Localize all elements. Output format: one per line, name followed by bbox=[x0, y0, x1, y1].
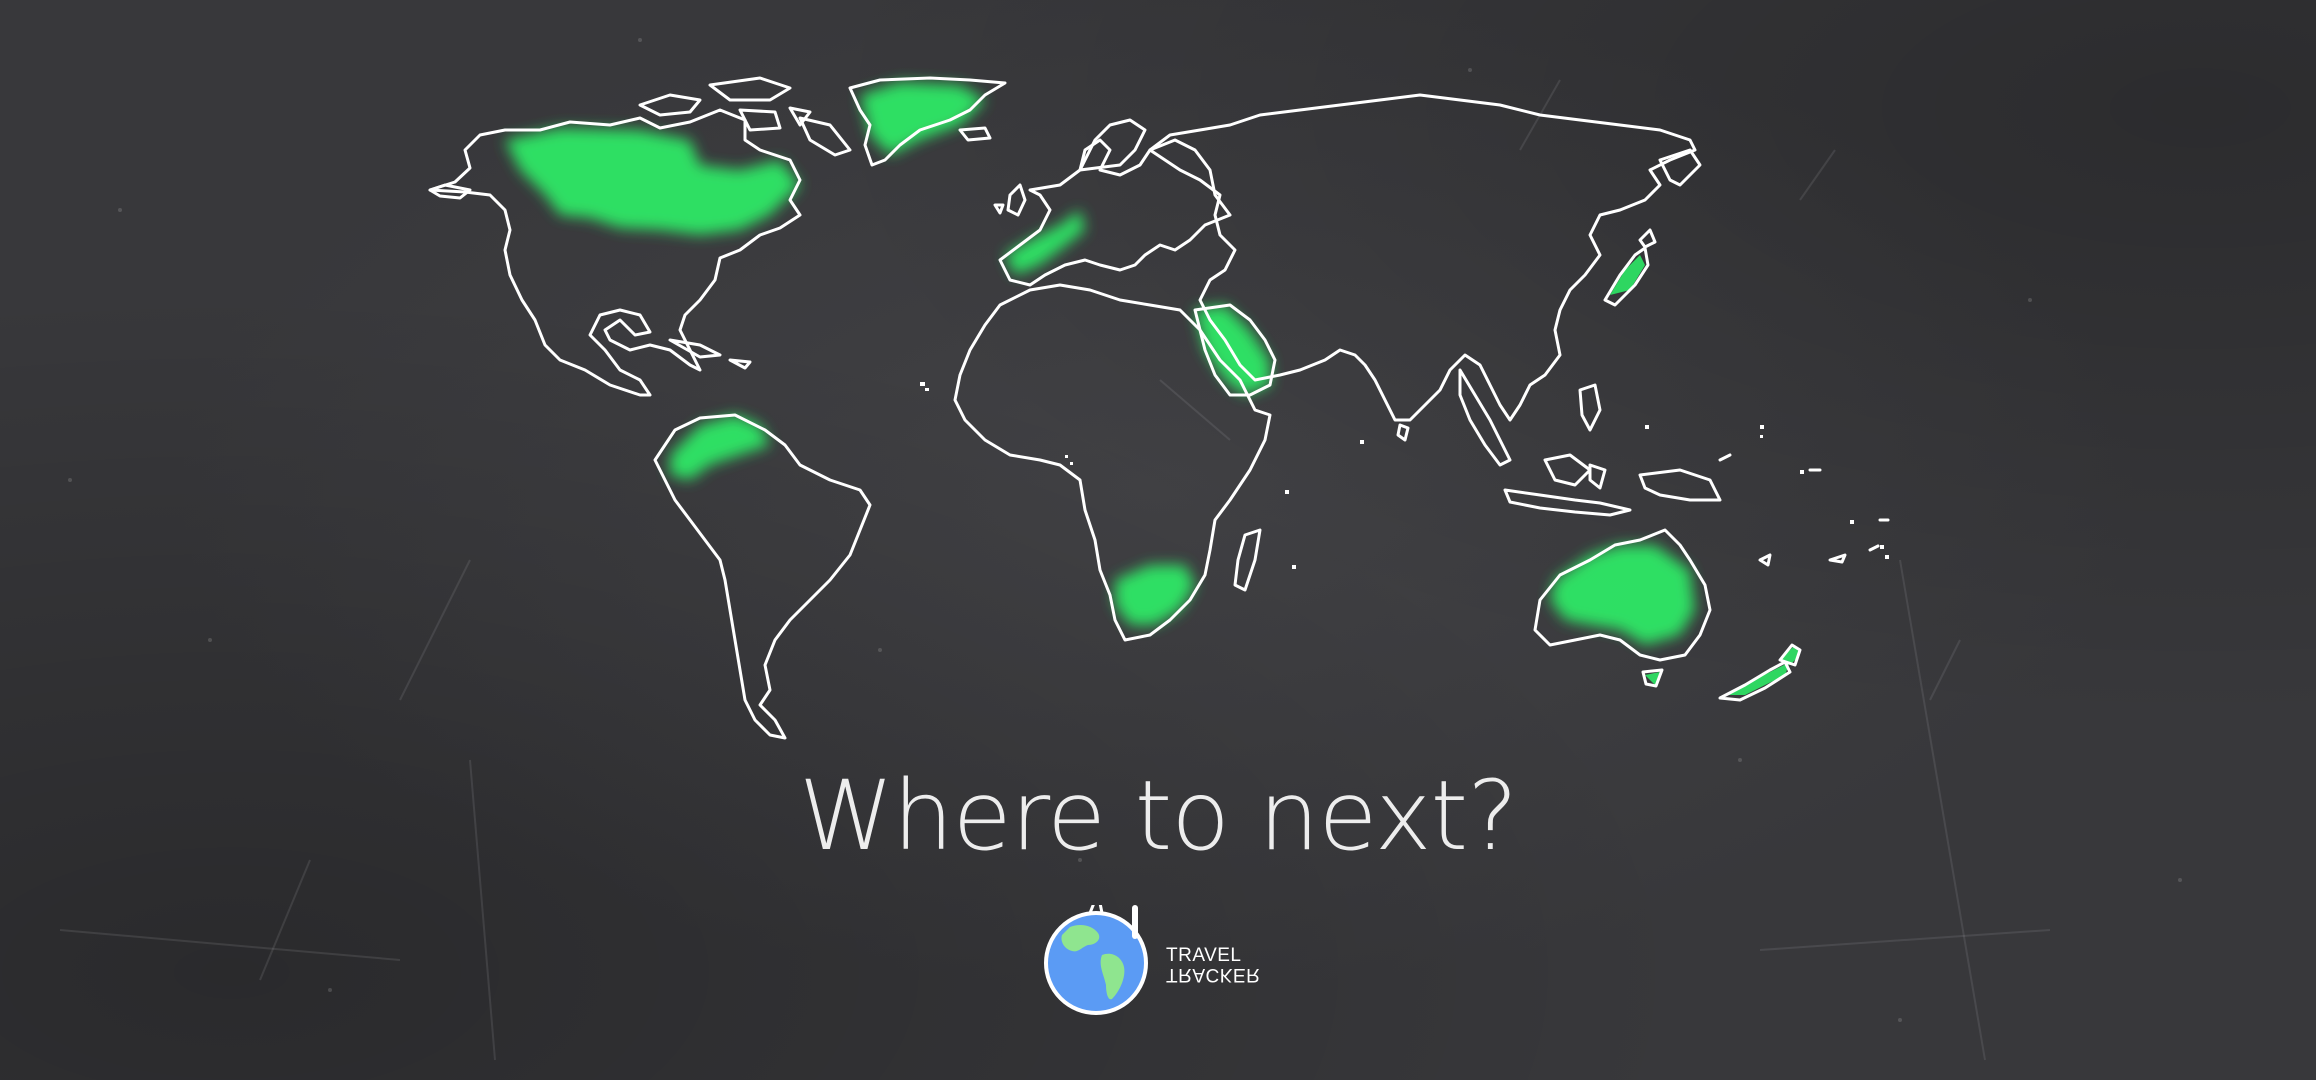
visited-greenland bbox=[860, 82, 985, 155]
scandinavia-outline bbox=[1078, 118, 1147, 172]
headline: Where to next? bbox=[798, 760, 1518, 872]
logo-text-travel: TRAVEL bbox=[1166, 945, 1242, 966]
globe-icon bbox=[1044, 905, 1148, 1015]
visited-southern-africa bbox=[1115, 565, 1195, 625]
southeast-asia-outline bbox=[1458, 368, 1512, 467]
canadian-arctic-islands bbox=[638, 76, 812, 132]
island-dots bbox=[920, 382, 1889, 569]
sri-lanka-outline bbox=[1396, 423, 1410, 442]
uk-outline bbox=[993, 183, 1027, 217]
madagascar-outline bbox=[1233, 528, 1262, 592]
indonesia-outline bbox=[1503, 453, 1722, 517]
iceland-outline bbox=[958, 126, 992, 142]
logo-text-tracker: TRACKER bbox=[1166, 964, 1261, 985]
visited-australia bbox=[1550, 545, 1695, 645]
visited-canada bbox=[505, 128, 800, 235]
caribbean-islands bbox=[668, 338, 752, 370]
baffin-island bbox=[798, 116, 852, 157]
logo-wordmark: TRAVEL TRACKER bbox=[1166, 945, 1261, 985]
travel-tracker-logo: TRAVEL TRACKER bbox=[1040, 895, 1280, 1025]
philippines-outline bbox=[1578, 383, 1602, 432]
